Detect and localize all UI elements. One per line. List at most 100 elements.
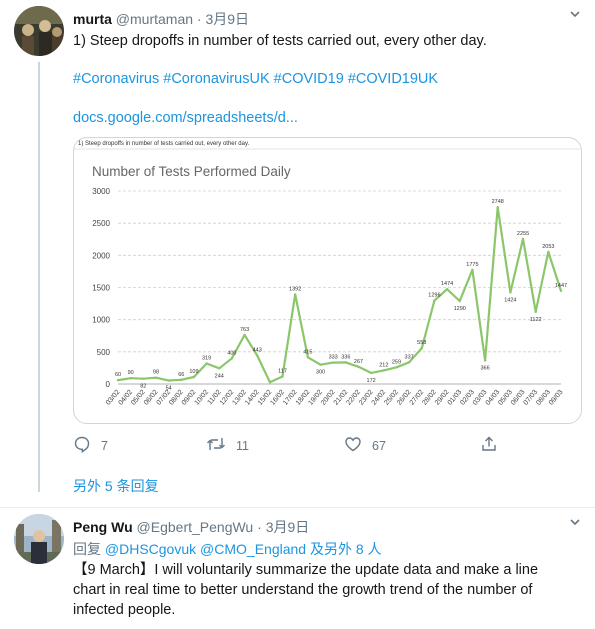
y-tick-label: 3000 <box>92 187 110 196</box>
chart-card[interactable]: 1) Steep dropoffs in number of tests car… <box>73 137 582 424</box>
handle[interactable]: @Egbert_PengWu <box>137 519 254 535</box>
share-icon <box>480 435 508 456</box>
data-label: 1290 <box>454 306 466 312</box>
chart-caption: 1) Steep dropoffs in number of tests car… <box>78 141 250 147</box>
heart-icon <box>344 435 372 456</box>
data-point <box>369 371 373 375</box>
data-point <box>116 378 120 382</box>
reply-context: 回复 @DHSCgovuk @CMO_England 及另外 8 人 <box>73 539 382 559</box>
data-point <box>129 377 132 380</box>
data-point <box>534 310 537 314</box>
data-label: 1775 <box>466 262 478 268</box>
display-name[interactable]: Peng Wu <box>73 519 133 535</box>
tweet-peng-wu: Peng Wu @Egbert_PengWu · 3月9日 回复 @DHSCgo… <box>0 508 595 629</box>
data-point <box>319 363 322 366</box>
data-label: 1447 <box>555 283 567 289</box>
chevron-down-icon[interactable] <box>569 8 581 23</box>
data-point <box>154 376 158 379</box>
data-point <box>433 299 436 302</box>
data-label: 333 <box>329 355 338 361</box>
avatar-peng-wu[interactable] <box>14 514 64 564</box>
data-point <box>496 206 499 209</box>
y-tick-label: 0 <box>106 380 111 389</box>
timestamp[interactable]: 3月9日 <box>266 519 310 535</box>
data-label: 763 <box>240 327 249 333</box>
show-more-replies-link[interactable]: 另外 5 条回复 <box>73 476 159 496</box>
data-label: 2748 <box>492 199 504 205</box>
data-point <box>142 377 145 380</box>
hashtags[interactable]: #Coronavirus #CoronavirusUK #COVID19 #CO… <box>73 69 438 89</box>
data-label: 443 <box>253 348 262 354</box>
data-point <box>205 362 208 365</box>
data-label: 336 <box>341 354 350 360</box>
data-label: 300 <box>316 370 325 376</box>
chevron-down-icon[interactable] <box>569 516 581 531</box>
y-tick-label: 1000 <box>92 316 110 325</box>
data-point <box>268 380 272 384</box>
tweet-header: murta @murtaman · 3月9日 <box>73 9 249 29</box>
data-point <box>445 287 449 291</box>
data-point <box>521 237 525 241</box>
retweet-button[interactable]: 11 <box>206 435 249 456</box>
data-point <box>180 378 183 381</box>
separator-dot: · <box>196 11 202 27</box>
tweet-text-line: infected people. <box>73 602 176 618</box>
x-tick-label: 09/03 <box>548 389 565 407</box>
data-point <box>344 361 348 364</box>
data-label: 66 <box>178 372 184 378</box>
data-point <box>281 375 284 378</box>
data-label: 212 <box>379 362 388 368</box>
chart-title: Number of Tests Performed Daily <box>92 164 291 179</box>
data-label: 400 <box>227 350 236 356</box>
data-point <box>357 365 360 369</box>
data-label: 1296 <box>428 293 440 299</box>
y-tick-label: 2500 <box>92 219 110 228</box>
avatar-murta[interactable] <box>14 6 64 56</box>
data-point <box>230 357 234 360</box>
like-button[interactable]: 67 <box>344 435 386 456</box>
like-count: 67 <box>372 438 386 453</box>
data-point <box>256 354 259 357</box>
share-button[interactable] <box>480 435 508 456</box>
data-point <box>395 366 398 369</box>
data-point <box>294 293 297 296</box>
data-point <box>547 250 550 254</box>
mention-others[interactable]: 及另外 8 人 <box>310 541 382 557</box>
data-label: 319 <box>202 355 211 361</box>
data-point <box>167 379 170 382</box>
display-name[interactable]: murta <box>73 11 112 27</box>
y-tick-label: 500 <box>97 348 111 357</box>
data-label: 1424 <box>504 297 516 303</box>
data-point <box>382 369 385 372</box>
data-label: 558 <box>417 340 426 346</box>
tweet-header: Peng Wu @Egbert_PengWu · 3月9日 <box>73 517 309 537</box>
data-point <box>192 375 196 379</box>
data-label: 172 <box>367 378 376 384</box>
data-point <box>243 333 246 337</box>
retweet-count: 11 <box>236 438 249 453</box>
spreadsheet-link[interactable]: docs.google.com/spreadsheets/d... <box>73 108 298 128</box>
tweet-text-line: chart in real time to better understand … <box>73 582 533 598</box>
data-label: 90 <box>128 370 134 376</box>
tests-line-chart: 1) Steep dropoffs in number of tests car… <box>74 141 581 407</box>
data-label: 1474 <box>441 281 453 287</box>
data-point <box>559 289 563 293</box>
y-tick-label: 2000 <box>92 251 110 260</box>
data-point <box>407 361 411 364</box>
thread-line <box>38 62 40 492</box>
data-label: 109 <box>189 369 198 375</box>
timestamp[interactable]: 3月9日 <box>205 11 249 27</box>
data-point <box>306 356 310 359</box>
mention-cmo-england[interactable]: @CMO_England <box>200 541 306 557</box>
reply-button[interactable]: 7 <box>73 435 108 456</box>
reply-count: 7 <box>101 438 108 453</box>
data-label: 267 <box>354 359 363 365</box>
data-label: 244 <box>215 373 224 379</box>
data-point <box>331 361 335 364</box>
data-point <box>509 291 512 294</box>
retweet-icon <box>206 435 236 456</box>
separator-dot: · <box>257 519 262 535</box>
handle[interactable]: @murtaman <box>116 11 193 27</box>
data-label: 1392 <box>289 286 301 292</box>
mention-dhscgovuk[interactable]: @DHSCgovuk <box>105 541 196 557</box>
